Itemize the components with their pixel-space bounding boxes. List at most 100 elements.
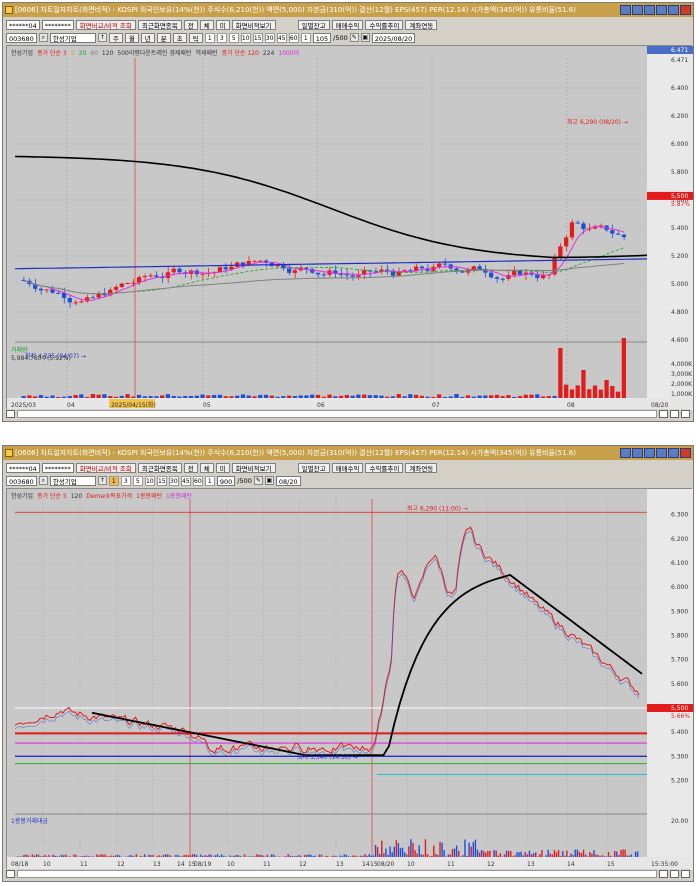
interval-30[interactable]: 30 (264, 32, 275, 43)
body-button[interactable]: 체 (199, 462, 214, 473)
volume-bar (266, 854, 269, 857)
volume-bar (437, 394, 442, 398)
save-icon[interactable]: ▣ (360, 33, 370, 42)
volume-bar (489, 850, 491, 857)
period-year[interactable]: 년 (140, 32, 155, 43)
volume-bar (460, 396, 465, 398)
date-input[interactable]: 08/20 (275, 475, 301, 486)
minimize-icon[interactable] (668, 448, 679, 458)
interval-1[interactable]: 1 (204, 32, 215, 43)
interval-1[interactable]: 1 (108, 475, 119, 486)
pin-icon[interactable] (656, 5, 667, 15)
compare-query-button[interactable]: 화면비교/비적 조회 (75, 462, 136, 473)
volume-bar (327, 855, 329, 857)
up-arrow-icon[interactable]: ↑ (97, 476, 107, 485)
volume-bar (572, 855, 574, 857)
print-icon[interactable] (632, 5, 643, 15)
search-icon[interactable]: ⌕ (38, 476, 48, 485)
link-icon[interactable] (620, 448, 631, 458)
volume-bar (175, 854, 177, 857)
settings-icon[interactable] (644, 5, 655, 15)
recent-items-button[interactable]: 최근화면종목 (137, 462, 182, 473)
up-arrow-icon[interactable]: ↑ (97, 33, 107, 42)
zoom-out-icon[interactable] (681, 870, 690, 878)
interval-10[interactable]: 10 (144, 475, 155, 486)
interval-60[interactable]: 60 (288, 32, 299, 43)
zoom-in-icon[interactable] (670, 870, 679, 878)
volume-bar (476, 849, 479, 857)
minute-line-chart[interactable]: 6.300 6.200 6.100 6.000 5.900 5.800 5.700 5.600… (6, 488, 693, 870)
draw-icon[interactable]: ✎ (253, 476, 263, 485)
minimize-icon[interactable] (668, 5, 679, 15)
period-minute[interactable]: 분 (156, 32, 171, 43)
link-icon[interactable] (620, 5, 631, 15)
interval-5[interactable]: 5 (228, 32, 239, 43)
settings-icon[interactable] (644, 448, 655, 458)
account-field[interactable]: ******04 (6, 19, 40, 30)
scroll-left-icon[interactable] (6, 870, 15, 878)
volume-bar (578, 851, 581, 857)
trade-profit-button[interactable]: 매매수익 (331, 19, 364, 30)
interval-45[interactable]: 45 (276, 32, 287, 43)
period-tick[interactable]: 틱 (188, 32, 203, 43)
profit-trend-button[interactable]: 수익률추이 (365, 462, 404, 473)
profit-trend-button[interactable]: 수익률추이 (365, 19, 404, 30)
compare-view-button[interactable]: 화면비적보기 (231, 19, 276, 30)
daily-balance-button[interactable]: 일별잔고 (297, 462, 330, 473)
interval-10[interactable]: 10 (240, 32, 251, 43)
account-field[interactable]: ******04 (6, 462, 40, 473)
window-titlebar[interactable]: [0606] 차트일자차트(화면비적) - KOSPI 외국인보유(14%(천)… (3, 446, 693, 460)
search-icon[interactable]: ⌕ (38, 33, 48, 42)
zoom-in-icon[interactable] (670, 410, 679, 418)
close-icon[interactable] (680, 5, 691, 15)
scrollbar[interactable] (17, 870, 657, 878)
close-icon[interactable] (680, 448, 691, 458)
recent-items-button[interactable]: 최근화면종목 (137, 19, 182, 30)
password-field[interactable]: ******** (41, 19, 74, 30)
interval-custom[interactable]: 1 (300, 32, 311, 43)
interval-custom[interactable]: 1 (204, 475, 215, 486)
bar-count-input[interactable]: 900 (216, 475, 236, 486)
body-button[interactable]: 체 (199, 19, 214, 30)
minute-chart-window: [0606] 차트일자차트(화면비적) - KOSPI 외국인보유(14%(천)… (2, 445, 694, 882)
draw-icon[interactable]: ✎ (349, 33, 359, 42)
interval-3[interactable]: 3 (216, 32, 227, 43)
scroll-left-icon[interactable] (6, 410, 15, 418)
date-input[interactable]: 2025/08/20 (371, 32, 416, 43)
interval-3[interactable]: 3 (120, 475, 131, 486)
compare-view-button[interactable]: 화면비적보기 (231, 462, 276, 473)
bar-count-input[interactable]: 105 (312, 32, 332, 43)
window-titlebar[interactable]: [0606] 차트일자차트(화면비적) - KOSPI 외국인보유(14%(천)… (3, 3, 693, 17)
scroll-right-icon[interactable] (659, 870, 668, 878)
account-link-checkbox[interactable]: 계좌연동 (405, 462, 438, 473)
account-link-checkbox[interactable]: 계좌연동 (405, 19, 438, 30)
volume-bar (216, 854, 219, 857)
all-button[interactable]: 전 (183, 462, 198, 473)
unfilled-button[interactable]: 미 (215, 19, 230, 30)
daily-balance-button[interactable]: 일별잔고 (297, 19, 330, 30)
scroll-right-icon[interactable] (659, 410, 668, 418)
password-field[interactable]: ******** (41, 462, 74, 473)
volume-bar (581, 370, 586, 398)
interval-5[interactable]: 5 (132, 475, 143, 486)
period-week[interactable]: 주 (108, 32, 123, 43)
trade-profit-button[interactable]: 매매수익 (331, 462, 364, 473)
compare-query-button[interactable]: 화면비교/비적 조회 (75, 19, 136, 30)
zoom-out-icon[interactable] (681, 410, 690, 418)
period-second[interactable]: 초 (172, 32, 187, 43)
interval-60[interactable]: 60 (192, 475, 203, 486)
interval-30[interactable]: 30 (168, 475, 179, 486)
all-button[interactable]: 전 (183, 19, 198, 30)
scrollbar[interactable] (17, 410, 657, 418)
interval-15[interactable]: 15 (156, 475, 167, 486)
save-icon[interactable]: ▣ (264, 476, 274, 485)
stock-code-input[interactable]: 003680 (6, 475, 37, 486)
unfilled-button[interactable]: 미 (215, 462, 230, 473)
stock-code-input[interactable]: 003680 (6, 32, 37, 43)
pin-icon[interactable] (656, 448, 667, 458)
print-icon[interactable] (632, 448, 643, 458)
interval-15[interactable]: 15 (252, 32, 263, 43)
period-month[interactable]: 월 (124, 32, 139, 43)
interval-45[interactable]: 45 (180, 475, 191, 486)
candlestick-chart[interactable]: 6.471 6.400 6.200 6.000 5.800 5.600 5.400 5.200… (6, 45, 693, 410)
